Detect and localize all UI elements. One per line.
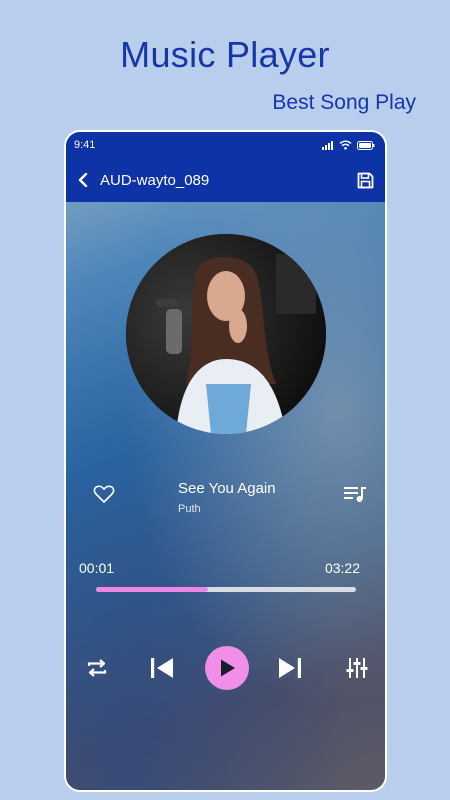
status-bar: 9:41 (66, 132, 385, 158)
total-time: 03:22 (324, 560, 360, 576)
chevron-left-icon[interactable] (74, 171, 92, 189)
repeat-icon[interactable] (84, 645, 110, 691)
playback-controls (66, 645, 385, 691)
status-time: 9:41 (74, 139, 96, 151)
player-content: See You Again Puth 00:01 03:22 (66, 202, 385, 790)
play-button[interactable] (204, 645, 250, 691)
promo-title: Music Player (120, 34, 330, 75)
save-icon[interactable] (355, 170, 375, 190)
track-file-name: AUD-wayto_089 (100, 171, 210, 189)
app-bar: AUD-wayto_089 (66, 158, 385, 202)
equalizer-icon[interactable] (344, 645, 370, 691)
song-title: See You Again (178, 480, 276, 497)
heart-icon[interactable] (92, 482, 116, 506)
signal-icon (322, 140, 333, 150)
status-icons (322, 140, 375, 150)
current-time: 00:01 (79, 560, 115, 576)
phone-frame: 9:41 AUD-wayto_089 See You Again Puth 00… (64, 130, 387, 792)
skip-previous-icon[interactable] (148, 645, 176, 691)
track-info-row: See You Again Puth (66, 480, 385, 520)
skip-next-icon[interactable] (276, 645, 304, 691)
wifi-icon (339, 140, 352, 150)
album-artwork (126, 234, 326, 434)
seek-bar[interactable] (96, 587, 356, 592)
song-artist: Puth (178, 503, 201, 515)
battery-icon (357, 140, 375, 150)
promo-subtitle: Best Song Play (272, 91, 416, 114)
seek-bar-progress (96, 587, 208, 592)
playlist-icon[interactable] (343, 484, 367, 504)
play-icon[interactable] (205, 646, 249, 690)
